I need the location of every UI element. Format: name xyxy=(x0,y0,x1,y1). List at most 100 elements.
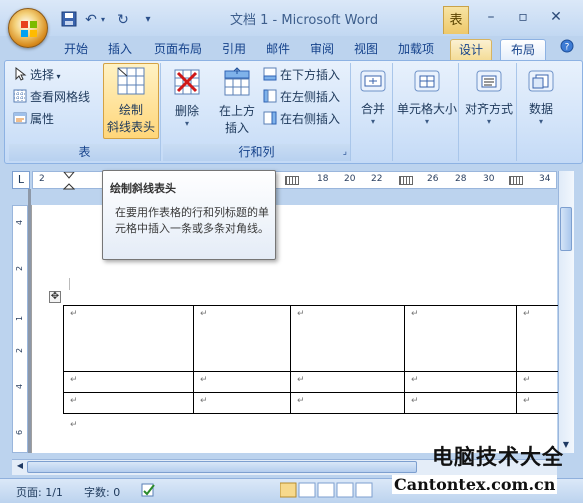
vertical-scroll-thumb[interactable] xyxy=(560,207,572,251)
table-cell[interactable]: ↵ xyxy=(290,305,405,372)
tab-view[interactable]: 视图 xyxy=(350,39,382,60)
tab-review[interactable]: 审阅 xyxy=(306,39,338,60)
table-cell[interactable]: ↵ xyxy=(516,371,559,393)
ruler-number: 30 xyxy=(483,174,495,184)
rows-columns-label: 行和列 xyxy=(238,145,275,159)
save-icon[interactable] xyxy=(60,11,78,29)
word-count[interactable]: 字数: 0 xyxy=(84,484,120,500)
window-title: 文档 1 - Microsoft Word xyxy=(230,13,379,28)
table-cell[interactable]: ↵ xyxy=(193,371,291,393)
minimize-button[interactable]: – xyxy=(476,6,506,28)
watermark-en: Cantontex.com.cn xyxy=(392,475,558,494)
gridlines-icon xyxy=(13,89,27,103)
draw-diagonal-label-1: 绘制 xyxy=(118,103,143,117)
insert-left-button[interactable]: 在左侧插入 xyxy=(263,87,340,107)
table-group: 选择 ▾ 查看网格线 属性 绘制 斜线表头 表 xyxy=(9,63,161,161)
scroll-left-icon[interactable]: ◀ xyxy=(14,461,26,473)
insert-left-label: 在左侧插入 xyxy=(280,90,341,104)
close-button[interactable]: ✕ xyxy=(541,6,571,28)
help-icon[interactable]: ? xyxy=(556,39,578,60)
delete-dropdown-icon: ▾ xyxy=(184,119,189,128)
insert-below-button[interactable]: 在下方插入 xyxy=(263,65,340,85)
delete-button[interactable]: 删除 ▾ xyxy=(167,65,207,128)
cell-size-label: 单元格大小 xyxy=(397,102,458,116)
table-cell[interactable]: ↵ xyxy=(516,392,559,414)
table-move-handle-icon[interactable]: ✥ xyxy=(49,291,61,303)
table-cell[interactable]: ↵ xyxy=(290,371,405,393)
insert-right-label: 在右侧插入 xyxy=(280,112,341,126)
table-cell[interactable]: ↵ xyxy=(290,392,405,414)
alignment-group: 对齐方式 ▾ xyxy=(461,63,517,161)
ruler-number: 28 xyxy=(455,174,467,184)
insert-below-icon xyxy=(263,67,277,81)
column-marker-icon[interactable] xyxy=(285,176,299,185)
merge-button[interactable]: 合并 ▾ xyxy=(355,65,391,126)
column-marker-icon[interactable] xyxy=(509,176,523,185)
context-tab-title: 表 xyxy=(443,6,469,34)
insert-above-label-2: 插入 xyxy=(224,121,249,135)
indent-marker-icon[interactable] xyxy=(63,172,75,190)
insert-above-button[interactable]: 在上方 插入 xyxy=(215,65,259,136)
table-cell[interactable]: ↵ xyxy=(63,305,194,372)
insert-above-icon xyxy=(224,67,250,96)
merge-dropdown-icon: ▾ xyxy=(370,117,375,126)
tooltip: 绘制斜线表头 在要用作表格的行和列标题的单元格中插入一条或多条对角线。 xyxy=(102,170,276,260)
tab-design[interactable]: 设计 xyxy=(450,39,492,60)
alignment-dropdown-icon: ▾ xyxy=(486,117,491,126)
proofing-icon[interactable] xyxy=(140,482,156,501)
select-button[interactable]: 选择 ▾ xyxy=(13,65,61,85)
column-marker-icon[interactable] xyxy=(399,176,413,185)
tab-addins[interactable]: 加载项 xyxy=(394,39,438,60)
maximize-button[interactable]: ▫ xyxy=(508,6,538,28)
tab-home[interactable]: 开始 xyxy=(60,39,92,60)
view-buttons[interactable] xyxy=(279,482,380,501)
table-cell[interactable]: ↵ xyxy=(404,392,517,414)
cell-size-dropdown-icon: ▾ xyxy=(424,117,429,126)
dialog-launcher-icon[interactable]: ⌟ xyxy=(343,144,347,161)
tab-mailings[interactable]: 邮件 xyxy=(262,39,294,60)
ruler-number: 2 xyxy=(15,265,25,272)
horizontal-scroll-thumb[interactable] xyxy=(27,461,417,473)
redo-icon[interactable]: ↻ xyxy=(114,11,132,29)
table-cell[interactable]: ↵ xyxy=(63,371,194,393)
tab-selector[interactable]: L xyxy=(12,171,30,189)
tooltip-title: 绘制斜线表头 xyxy=(110,182,176,195)
ruler-number: 22 xyxy=(371,174,383,184)
table-cell[interactable]: ↵ xyxy=(404,371,517,393)
insert-left-icon xyxy=(263,89,277,103)
view-gridlines-button[interactable]: 查看网格线 xyxy=(13,87,90,107)
draw-diagonal-label-2: 斜线表头 xyxy=(106,120,155,134)
office-button[interactable] xyxy=(8,8,48,48)
merge-group: 合并 ▾ xyxy=(353,63,393,161)
table-cell[interactable]: ↵ xyxy=(63,392,194,414)
delete-table-icon xyxy=(174,69,200,95)
delete-label: 删除 xyxy=(174,104,199,118)
vertical-ruler[interactable]: 4 2 1 2 4 6 xyxy=(12,205,28,453)
table-cell[interactable]: ↵ xyxy=(404,305,517,372)
insert-right-button[interactable]: 在右侧插入 xyxy=(263,109,340,129)
alignment-button[interactable]: 对齐方式 ▾ xyxy=(463,65,515,126)
tab-insert[interactable]: 插入 xyxy=(104,39,136,60)
ruler-number: 4 xyxy=(15,219,25,226)
table-cell[interactable]: ↵ xyxy=(193,392,291,414)
tab-references[interactable]: 引用 xyxy=(218,39,250,60)
properties-button[interactable]: 属性 xyxy=(13,109,54,129)
view-gridlines-label: 查看网格线 xyxy=(30,90,91,104)
table-cell[interactable]: ↵ xyxy=(516,305,559,372)
cursor-icon xyxy=(15,67,27,81)
alignment-label: 对齐方式 xyxy=(464,102,513,116)
tab-layout[interactable]: 布局 xyxy=(500,39,546,60)
ruler-number: 4 xyxy=(15,383,25,390)
cell-size-button[interactable]: 单元格大小 ▾ xyxy=(397,65,457,126)
tab-page-layout[interactable]: 页面布局 xyxy=(150,39,206,60)
page-count[interactable]: 页面: 1/1 xyxy=(16,484,63,500)
ruler-number: 20 xyxy=(344,174,356,184)
draw-diagonal-header-button[interactable]: 绘制 斜线表头 xyxy=(103,63,159,139)
undo-dropdown-icon[interactable]: ▾ xyxy=(98,11,108,29)
data-button[interactable]: 数据 ▾ xyxy=(521,65,561,126)
document-table[interactable]: ↵ ↵ ↵ ↵ ↵ ↵ ↵ ↵ ↵ ↵ ↵ ↵ ↵ ↵ ↵ xyxy=(63,305,559,414)
diagonal-table-icon xyxy=(117,67,145,95)
insert-right-icon xyxy=(263,111,277,125)
customize-qat-icon[interactable]: ▾ xyxy=(142,11,154,29)
table-cell[interactable]: ↵ xyxy=(193,305,291,372)
